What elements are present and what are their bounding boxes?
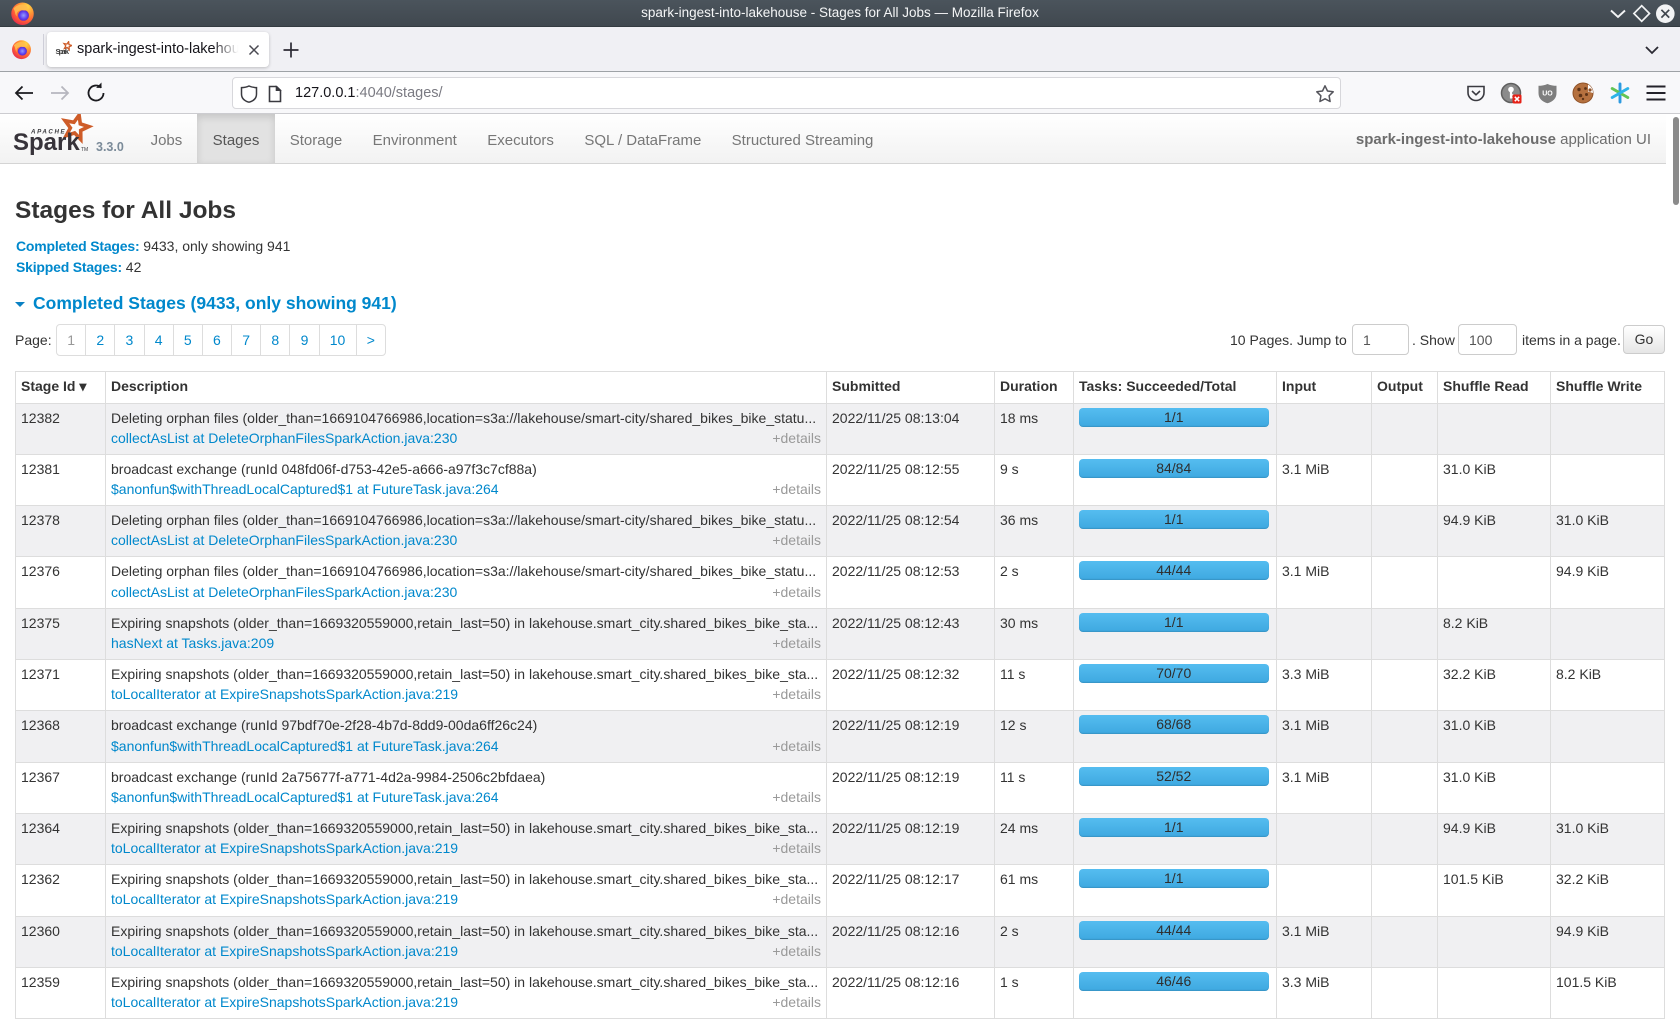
svg-text:Spark: Spark bbox=[56, 47, 70, 56]
svg-text:UO: UO bbox=[1542, 91, 1553, 98]
svg-text:TM: TM bbox=[81, 147, 88, 153]
svg-text:APACHE: APACHE bbox=[30, 129, 66, 136]
